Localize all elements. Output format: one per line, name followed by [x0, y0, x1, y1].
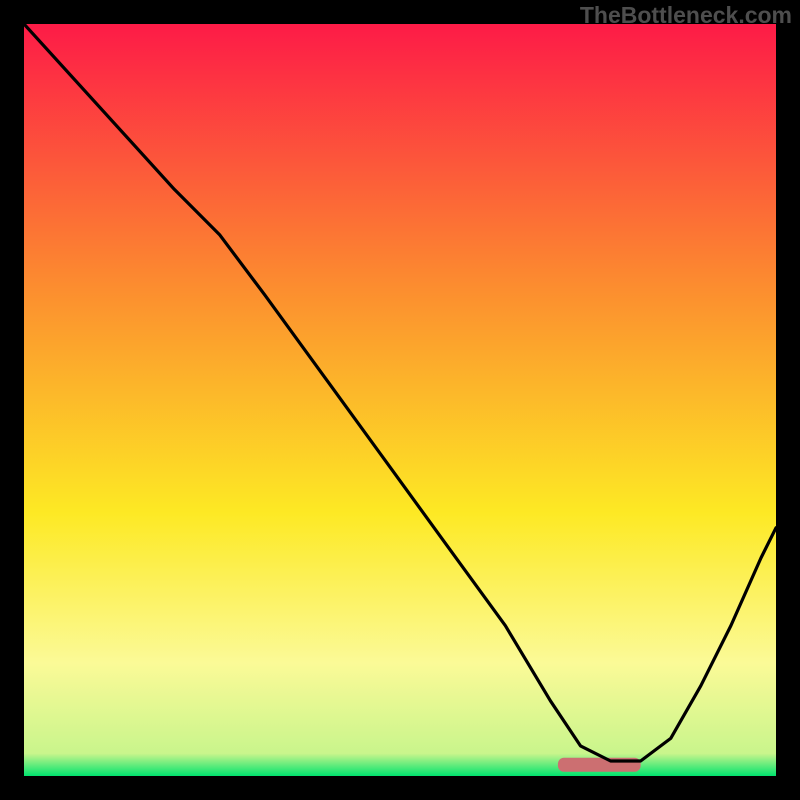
chart-frame: TheBottleneck.com: [0, 0, 800, 800]
gradient-background: [24, 24, 776, 776]
chart-svg: [24, 24, 776, 776]
plot-area: [24, 24, 776, 776]
